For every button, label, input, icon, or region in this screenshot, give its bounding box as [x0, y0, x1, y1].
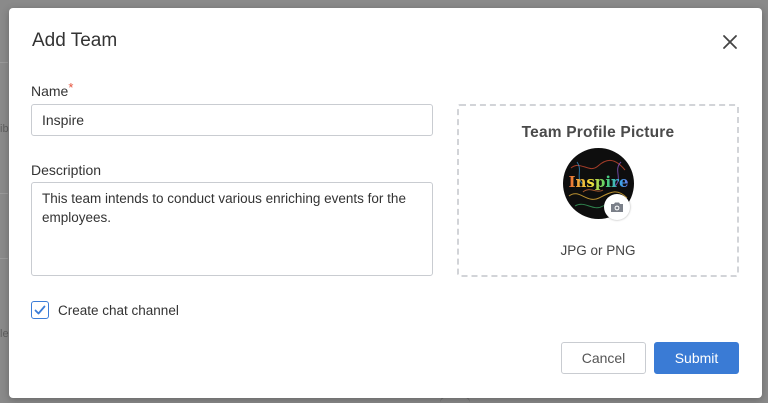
create-chat-channel-option[interactable]: Create chat channel — [31, 300, 179, 320]
team-picture-dropzone[interactable]: Team Profile Picture Inspire JPG or PNG — [457, 104, 739, 277]
add-team-dialog: Add Team Name* Description This team int… — [9, 8, 762, 398]
avatar-text: Inspire — [563, 173, 634, 191]
background-divider — [0, 258, 8, 259]
description-label: Description — [31, 162, 102, 178]
name-label: Name* — [31, 80, 74, 99]
change-picture-button[interactable] — [604, 194, 630, 220]
name-input[interactable] — [31, 104, 433, 136]
close-icon — [723, 35, 737, 49]
dialog-title: Add Team — [32, 30, 118, 51]
description-textarea[interactable]: This team intends to conduct various enr… — [31, 182, 433, 276]
camera-icon — [611, 202, 623, 212]
create-chat-channel-checkbox[interactable] — [31, 301, 49, 319]
background-divider — [0, 62, 8, 63]
background-text-fragment: ib — [0, 123, 9, 135]
checkmark-icon — [34, 305, 46, 315]
file-type-hint: JPG or PNG — [560, 243, 636, 258]
background-divider — [0, 193, 8, 194]
create-chat-channel-label: Create chat channel — [58, 302, 179, 318]
cancel-button[interactable]: Cancel — [561, 342, 646, 374]
picture-title: Team Profile Picture — [521, 124, 675, 141]
required-marker: * — [68, 80, 74, 95]
background-text-fragment: le — [0, 328, 9, 340]
name-label-text: Name — [31, 83, 69, 99]
close-button[interactable] — [721, 33, 739, 51]
submit-button[interactable]: Submit — [654, 342, 739, 374]
